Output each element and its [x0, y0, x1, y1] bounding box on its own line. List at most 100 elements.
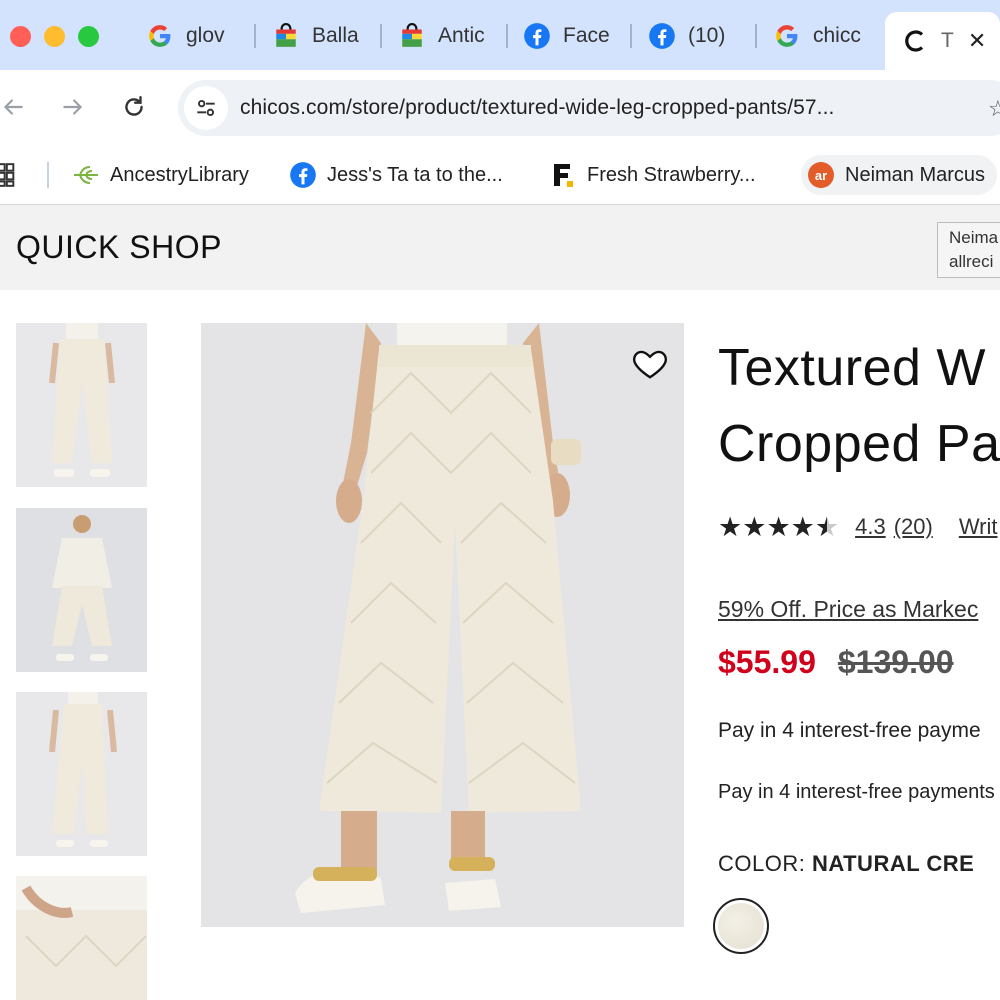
tab-separator: [506, 24, 508, 48]
product-title-line: Textured W: [718, 339, 986, 397]
shopping-bag-icon: [272, 22, 300, 50]
tab-title: chicc: [813, 24, 861, 47]
product-thumbnail[interactable]: [16, 323, 147, 487]
tab-separator: [755, 24, 757, 48]
color-swatch-natural-cream[interactable]: [713, 898, 769, 954]
product-thumbnail[interactable]: [16, 876, 147, 1000]
model-wearing-pants-image: [201, 323, 684, 927]
browser-tab[interactable]: (10): [648, 14, 740, 58]
bookmark-label: Fresh Strawberry...: [587, 163, 756, 186]
price-row: $55.99 $139.00: [718, 644, 954, 681]
shopping-bag-icon: [398, 22, 426, 50]
installment-message: Pay in 4 interest-free payments: [718, 781, 995, 803]
reload-button[interactable]: [117, 90, 151, 124]
forward-arrow-icon: [63, 99, 83, 115]
quick-shop-title: QUICK SHOP: [16, 229, 222, 265]
rating-value-link[interactable]: 4.3: [855, 514, 886, 540]
product-thumbnail[interactable]: [16, 692, 147, 856]
bookmark-neiman-marcus[interactable]: ar Neiman Marcus: [801, 155, 998, 195]
review-count-link[interactable]: (20): [894, 514, 933, 540]
back-arrow-icon: [3, 99, 23, 115]
pants-front-image: [16, 323, 147, 487]
back-button[interactable]: [0, 90, 30, 124]
write-review-link[interactable]: Writ: [959, 514, 998, 540]
star-icon: ★: [742, 511, 767, 542]
bookmark-ancestrylibrary[interactable]: AncestryLibrary: [72, 155, 249, 195]
product-title: Textured W Cropped Pa: [718, 330, 1000, 482]
sale-price: $55.99: [718, 644, 816, 680]
browser-tab[interactable]: Antic: [398, 14, 490, 58]
browser-toolbar: chicos.com/store/product/textured-wide-l…: [0, 70, 1000, 145]
browser-tab-active[interactable]: T ✕: [885, 12, 1000, 70]
browser-tab[interactable]: Face: [523, 14, 618, 58]
bookmark-jess[interactable]: Jess's Ta ta to the...: [289, 155, 503, 195]
swatch-fill: [718, 903, 764, 949]
bookmarks-bar: AncestryLibrary Jess's Ta ta to the... F…: [0, 145, 1000, 205]
rating-stars: ★ ★ ★ ★ ★: [718, 511, 840, 542]
reload-icon: [125, 96, 143, 116]
star-icon: ★: [718, 511, 743, 542]
url-text: chicos.com/store/product/textured-wide-l…: [240, 96, 835, 119]
star-icon: ★: [790, 511, 815, 542]
google-icon: [146, 22, 174, 50]
color-label: COLOR:: [718, 851, 812, 876]
bookmark-label: Neiman Marcus: [845, 163, 986, 186]
star-icon: ★: [766, 511, 791, 542]
food-network-icon: [549, 161, 577, 189]
tab-title: (10): [688, 24, 726, 47]
apps-grid-icon: [0, 163, 15, 187]
svg-text:ar: ar: [815, 168, 827, 183]
facebook-icon: [523, 22, 551, 50]
tab-title: Antic: [438, 24, 485, 47]
tab-title: T: [941, 29, 954, 52]
promo-link[interactable]: 59% Off. Price as Markec: [718, 596, 978, 623]
ancestry-leaf-icon: [72, 161, 100, 189]
browser-tab[interactable]: chicc: [773, 14, 865, 58]
product-thumbnail[interactable]: [16, 508, 147, 672]
bookmark-label: AncestryLibrary: [110, 163, 249, 186]
browser-tab[interactable]: glov: [146, 14, 242, 58]
half-star-icon: ★: [814, 511, 840, 542]
color-value: NATURAL CRE: [811, 851, 975, 876]
tab-title: Face: [563, 24, 610, 47]
maximize-window-button[interactable]: [78, 26, 99, 47]
tooltip-line: allreci: [949, 252, 994, 271]
forward-button[interactable]: [56, 90, 90, 124]
facebook-icon: [289, 161, 317, 189]
bookmarks-divider: [47, 162, 49, 188]
tab-title: glov: [186, 24, 225, 47]
pants-side-image: [16, 692, 147, 856]
google-icon: [773, 22, 801, 50]
minimize-window-button[interactable]: [44, 26, 65, 47]
site-settings-icon[interactable]: [184, 86, 228, 130]
product-main-image[interactable]: [201, 323, 684, 927]
original-price: $139.00: [837, 644, 954, 680]
tooltip-line: Neima: [949, 228, 999, 247]
chicos-icon: [901, 27, 929, 55]
bookmark-label: Jess's Ta ta to the...: [327, 163, 503, 186]
bookmark-star-icon[interactable]: ☆: [988, 96, 1000, 122]
installment-message: Pay in 4 interest-free payme: [718, 719, 981, 742]
tab-separator: [630, 24, 632, 48]
address-bar[interactable]: chicos.com/store/product/textured-wide-l…: [178, 80, 1000, 136]
pants-detail-image: [16, 876, 147, 1000]
heart-icon: [633, 350, 667, 379]
apps-button[interactable]: [0, 155, 22, 195]
tab-separator: [380, 24, 382, 48]
tab-title: Balla: [312, 24, 359, 47]
quick-shop-header: QUICK SHOP: [0, 205, 1000, 290]
product-title-line: Cropped Pa: [718, 415, 1000, 473]
facebook-icon: [648, 22, 676, 50]
bookmark-tooltip: Neima allreci: [937, 222, 1000, 278]
allrecipes-icon: ar: [807, 161, 835, 189]
add-to-wishlist-button[interactable]: [631, 344, 669, 382]
product-rating: ★ ★ ★ ★ ★ 4.3 (20) Writ: [718, 510, 998, 544]
model-full-body-image: [16, 508, 147, 672]
close-tab-icon[interactable]: ✕: [968, 28, 986, 54]
color-label-row: COLOR: NATURAL CRE: [718, 851, 974, 877]
browser-tab-strip: glov Balla Antic Face (10) chicc T ✕: [0, 0, 1000, 70]
browser-tab[interactable]: Balla: [272, 14, 364, 58]
close-window-button[interactable]: [10, 26, 31, 47]
tab-separator: [254, 24, 256, 48]
bookmark-fresh-strawberry[interactable]: Fresh Strawberry...: [549, 155, 756, 195]
